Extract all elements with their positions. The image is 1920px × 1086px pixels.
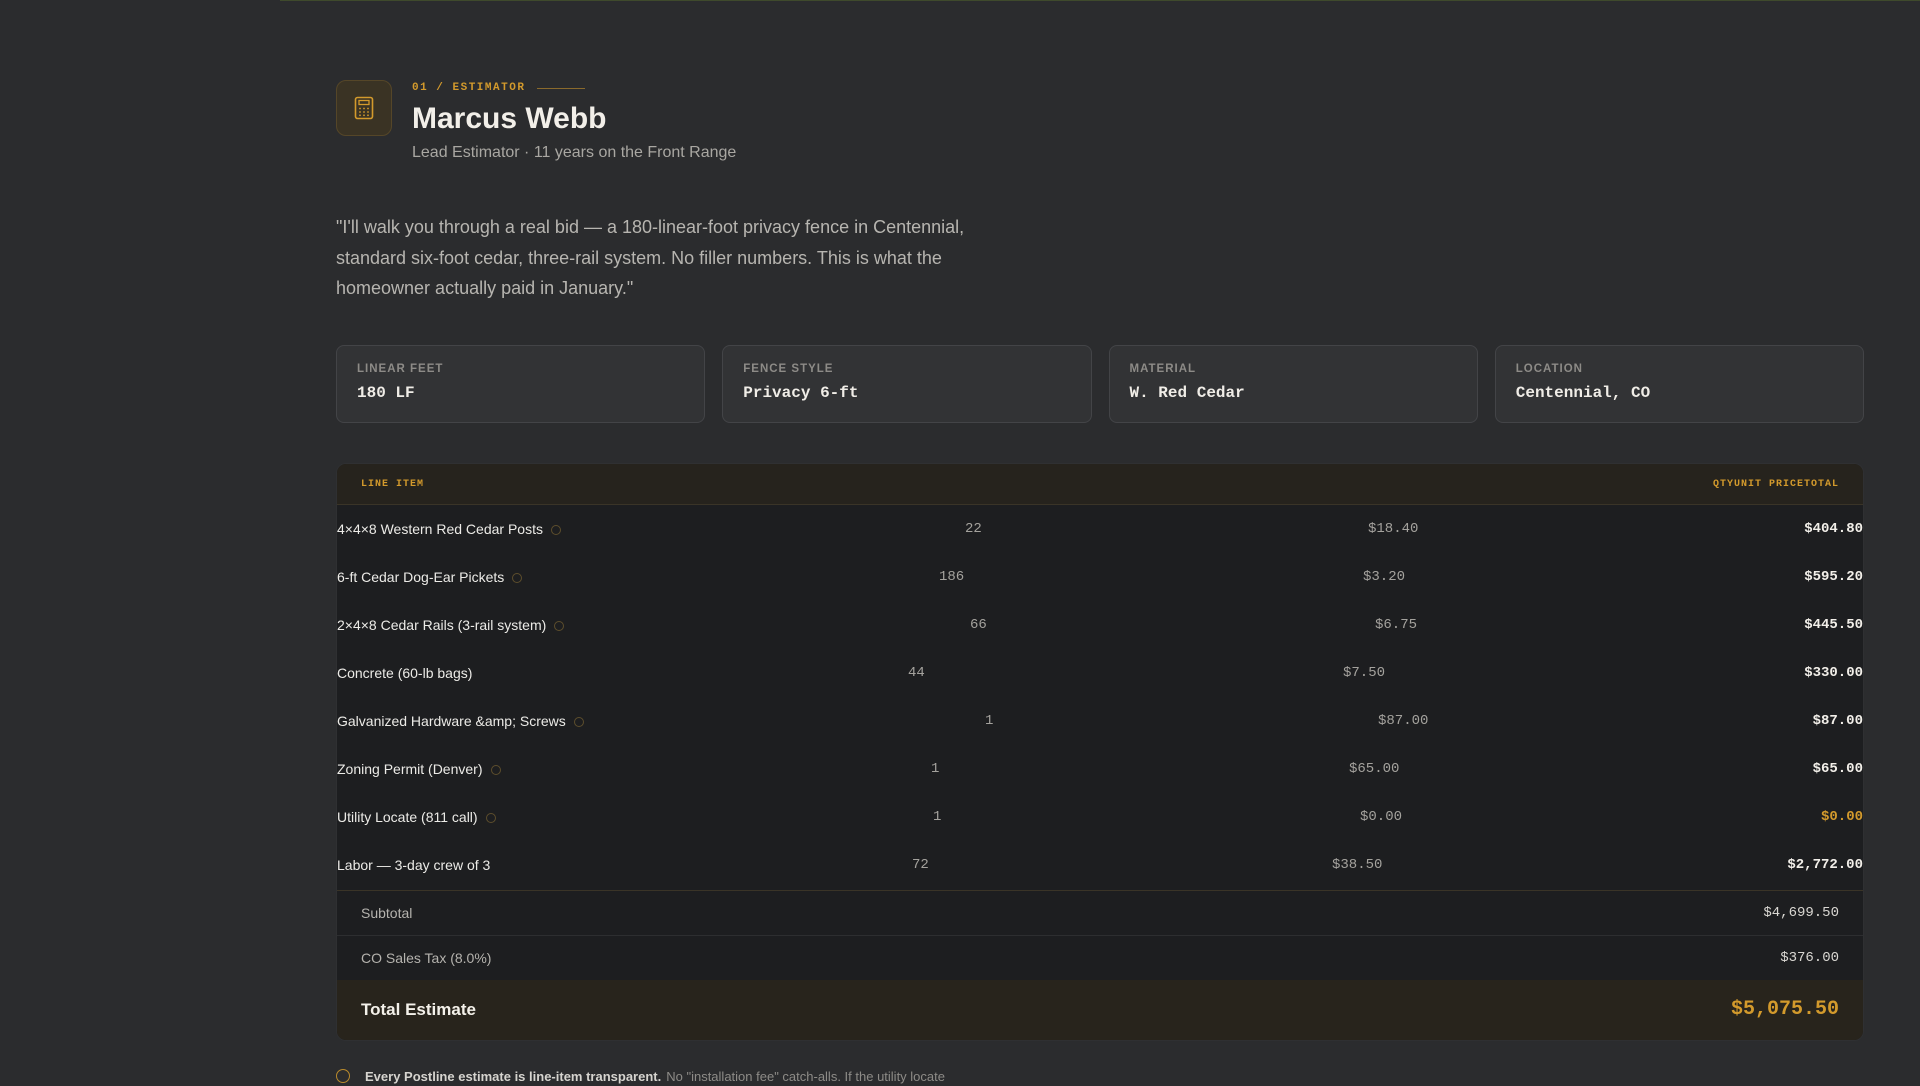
line-item-qty: 22	[965, 521, 982, 537]
line-item-total: $0.00	[1820, 809, 1863, 825]
estimator-quote: "I'll walk you through a real bid — a 18…	[336, 217, 965, 298]
table-row: Galvanized Hardware &amp; Screws 1 $87.0…	[337, 697, 1863, 745]
tax-row: CO Sales Tax (8.0%) $376.00	[337, 935, 1863, 980]
line-item-unit-price: $65.00	[1349, 761, 1400, 777]
line-item-name: Concrete (60-lb bags)	[337, 649, 472, 697]
line-item-unit-price: $87.00	[1378, 713, 1429, 729]
subtotal-row: Subtotal $4,699.50	[337, 890, 1863, 935]
info-icon[interactable]	[512, 573, 523, 583]
line-item-name: Galvanized Hardware &amp; Screws	[337, 697, 584, 745]
estimator-header: 01 / ESTIMATOR Marcus Webb Lead Estimato…	[336, 80, 1036, 170]
table-row: Concrete (60-lb bags) 44 $7.50 $330.00	[337, 649, 1863, 697]
line-item-unit-price: $0.00	[1360, 809, 1403, 825]
eyebrow-text: 01 / ESTIMATOR	[412, 82, 526, 94]
table-row: Utility Locate (811 call) 1 $0.00 $0.00	[337, 793, 1863, 841]
line-item-qty: 186	[939, 569, 965, 585]
table-row: Labor — 3-day crew of 3 72 $38.50 $2,772…	[337, 841, 1863, 889]
subtotal-value: $4,699.50	[1763, 905, 1839, 921]
total-label: Total Estimate	[361, 1000, 476, 1019]
footnote-emphasis: Every Postline estimate is line-item tra…	[365, 1068, 662, 1084]
estimate-table: LINE ITEM QTYUNIT PRICETOTAL 4×4×8 Weste…	[336, 463, 1864, 1041]
line-item-label: Utility Locate (811 call)	[337, 809, 478, 825]
line-item-label: 6-ft Cedar Dog-Ear Pickets	[337, 569, 505, 585]
transparency-footnote: Every Postline estimate is line-item tra…	[336, 1066, 1336, 1086]
eyebrow-rule	[537, 87, 586, 89]
line-item-name: 6-ft Cedar Dog-Ear Pickets	[337, 553, 523, 601]
line-item-total: $2,772.00	[1787, 857, 1863, 873]
line-item-label: Labor — 3-day crew of 3	[337, 857, 491, 873]
stat-card-location: LOCATION Centennial, CO	[1494, 345, 1864, 423]
calculator-icon	[336, 80, 392, 136]
line-item-label: Galvanized Hardware &amp; Screws	[337, 713, 566, 729]
lightbulb-icon	[336, 1069, 350, 1083]
stat-label: LINEAR FEET	[357, 363, 444, 375]
line-item-label: Concrete (60-lb bags)	[337, 665, 473, 681]
line-item-name: Zoning Permit (Denver)	[337, 745, 501, 793]
stat-value: 180 LF	[357, 384, 415, 402]
line-item-total: $65.00	[1812, 761, 1863, 777]
tax-label: CO Sales Tax (8.0%)	[361, 950, 492, 966]
line-item-qty: 1	[933, 809, 942, 825]
line-item-unit-price: $7.50	[1343, 665, 1386, 681]
info-icon[interactable]	[573, 717, 584, 727]
table-header: LINE ITEM QTYUNIT PRICETOTAL	[337, 464, 1863, 505]
line-item-qty: 66	[970, 617, 987, 633]
line-item-qty: 44	[908, 665, 925, 681]
line-item-label: Zoning Permit (Denver)	[337, 761, 483, 777]
line-item-qty: 72	[912, 857, 929, 873]
column-header-line-item: LINE ITEM	[361, 479, 425, 490]
stat-value: Centennial, CO	[1515, 384, 1651, 402]
table-row: 2×4×8 Cedar Rails (3-rail system) 66 $6.…	[337, 601, 1863, 649]
section-eyebrow: 01 / ESTIMATOR	[412, 82, 586, 94]
info-icon[interactable]	[490, 765, 501, 775]
stat-card-linear-feet: LINEAR FEET 180 LF	[336, 345, 706, 423]
info-icon[interactable]	[550, 525, 561, 535]
line-item-unit-price: $38.50	[1332, 857, 1383, 873]
table-row: Zoning Permit (Denver) 1 $65.00 $65.00	[337, 745, 1863, 793]
stat-label: FENCE STYLE	[743, 363, 834, 375]
line-item-unit-price: $18.40	[1368, 521, 1419, 537]
table-row: 4×4×8 Western Red Cedar Posts 22 $18.40 …	[337, 505, 1863, 553]
line-item-qty: 1	[931, 761, 940, 777]
tax-value: $376.00	[1780, 950, 1839, 966]
table-row: 6-ft Cedar Dog-Ear Pickets 186 $3.20 $59…	[337, 553, 1863, 601]
line-item-label: 2×4×8 Cedar Rails (3-rail system)	[337, 617, 547, 633]
stat-card-material: MATERIAL W. Red Cedar	[1108, 345, 1478, 423]
estimator-name: Marcus Webb	[412, 102, 607, 135]
stat-value: Privacy 6-ft	[743, 384, 859, 402]
total-row: Total Estimate $5,075.50	[337, 980, 1863, 1040]
footnote-text: No "installation fee" catch-alls. If the…	[666, 1068, 945, 1084]
stat-label: MATERIAL	[1129, 363, 1197, 375]
line-item-total: $404.80	[1804, 521, 1863, 537]
line-item-name: 2×4×8 Cedar Rails (3-rail system)	[337, 601, 565, 649]
line-item-unit-price: $3.20	[1363, 569, 1406, 585]
line-item-total: $445.50	[1804, 617, 1863, 633]
line-item-total: $595.20	[1804, 569, 1863, 585]
stat-card-fence-style: FENCE STYLE Privacy 6-ft	[722, 345, 1092, 423]
subtotal-label: Subtotal	[361, 905, 413, 921]
estimator-role: Lead Estimator · 11 years on the Front R…	[412, 144, 737, 161]
line-item-label: 4×4×8 Western Red Cedar Posts	[337, 521, 543, 537]
total-value: $5,075.50	[1730, 998, 1839, 1021]
stat-value: W. Red Cedar	[1129, 384, 1245, 402]
info-icon[interactable]	[485, 813, 496, 823]
line-item-name: 4×4×8 Western Red Cedar Posts	[337, 505, 561, 553]
line-item-name: Utility Locate (811 call)	[337, 793, 496, 841]
stat-label: LOCATION	[1515, 363, 1583, 375]
line-item-total: $87.00	[1812, 713, 1863, 729]
line-item-qty: 1	[985, 713, 994, 729]
bid-stats: LINEAR FEET 180 LF FENCE STYLE Privacy 6…	[336, 345, 1864, 423]
info-icon[interactable]	[554, 621, 565, 631]
line-item-name: Labor — 3-day crew of 3	[337, 841, 490, 889]
top-divider	[280, 0, 1920, 1]
line-item-unit-price: $6.75	[1375, 617, 1418, 633]
column-header-qty-unit-total: QTYUNIT PRICETOTAL	[1712, 479, 1839, 490]
line-item-total: $330.00	[1804, 665, 1863, 681]
